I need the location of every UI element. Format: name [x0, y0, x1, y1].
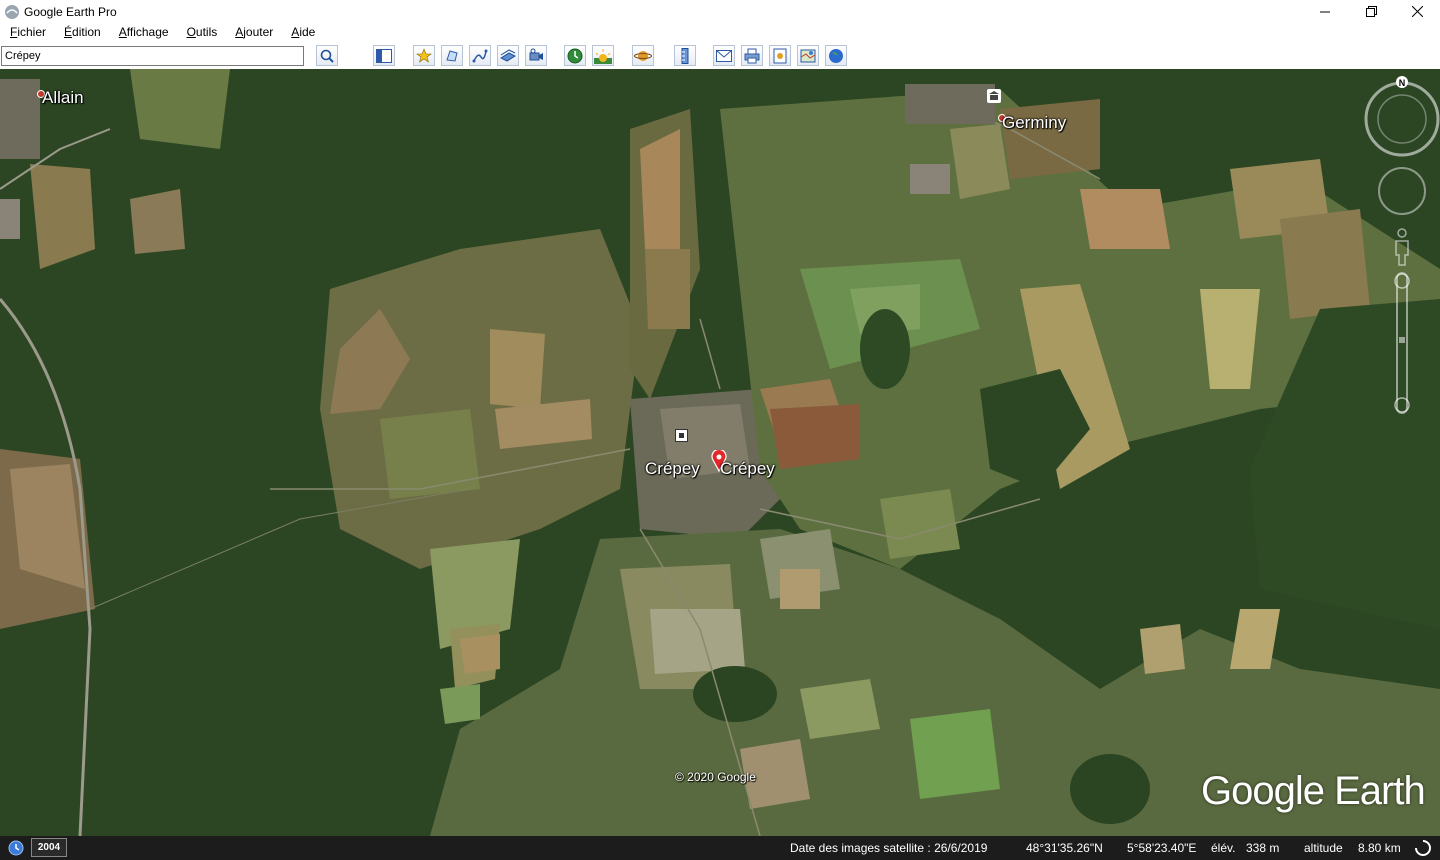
print-icon [744, 48, 760, 63]
add-path-button[interactable] [469, 45, 491, 66]
menu-fichier[interactable]: Fichier [0, 23, 54, 42]
ruler-icon [681, 47, 689, 64]
toolbar [0, 42, 1440, 70]
tour-icon [529, 48, 543, 60]
copyright-text: © 2020 Google [675, 770, 756, 784]
zoom-slider[interactable] [1390, 269, 1414, 419]
minimize-icon [1320, 11, 1330, 12]
altitude-value: 8.80 km [1358, 841, 1401, 855]
image-date: Date des images satellite : 26/6/2019 [790, 841, 988, 855]
place-label-allain[interactable]: Allain [42, 88, 84, 108]
historical-imagery-icon [567, 48, 583, 63]
search-button[interactable] [316, 45, 338, 66]
compass-north-letter: N [1399, 78, 1406, 88]
earth-view-icon [829, 48, 843, 63]
maps-view-button[interactable] [797, 45, 819, 66]
add-polygon-button[interactable] [441, 45, 463, 66]
status-bar: 2004 Date des images satellite : 26/6/20… [0, 836, 1440, 860]
record-tour-button[interactable] [525, 45, 547, 66]
look-joystick-icon[interactable] [1376, 165, 1428, 217]
window-controls [1302, 0, 1440, 23]
planets-icon [634, 50, 652, 61]
ruler-button[interactable] [674, 45, 696, 66]
window-title: Google Earth Pro [24, 4, 117, 19]
menu-affichage[interactable]: Affichage [109, 23, 177, 42]
menu-outils[interactable]: Outils [177, 23, 226, 42]
planets-button[interactable] [632, 45, 654, 66]
historical-imagery-button[interactable] [564, 45, 586, 66]
map-viewport[interactable]: Allain Germiny Crépey Crépey © 2020 Goog… [0, 69, 1440, 836]
add-placemark-button[interactable] [413, 45, 435, 66]
place-label-germiny[interactable]: Germiny [1002, 113, 1066, 133]
email-button[interactable] [713, 45, 735, 66]
restore-icon [1365, 6, 1377, 17]
polygon-icon [446, 49, 458, 62]
placemark-icon [416, 47, 432, 63]
elevation-label: élév. [1211, 841, 1236, 855]
add-overlay-button[interactable] [497, 45, 519, 66]
loading-spinner-icon [1415, 840, 1431, 856]
email-icon [716, 49, 732, 62]
save-image-icon [773, 48, 787, 63]
search-icon [320, 49, 334, 63]
search-input[interactable] [1, 46, 304, 66]
save-image-button[interactable] [769, 45, 791, 66]
minimize-button[interactable] [1302, 0, 1348, 23]
street-view-pegman-icon[interactable] [1392, 227, 1412, 267]
restore-button[interactable] [1348, 0, 1394, 23]
menu-ajouter[interactable]: Ajouter [225, 23, 281, 42]
sidebar-icon [376, 48, 392, 63]
overlay-icon [500, 48, 516, 62]
title-bar: Google Earth Pro [0, 0, 1440, 23]
town-hall-icon[interactable] [675, 429, 688, 442]
latitude-readout: 48°31'35.26"N [1026, 841, 1103, 855]
sidebar-toggle-button[interactable] [373, 45, 395, 66]
historical-clock-icon[interactable] [8, 840, 24, 856]
close-icon [1411, 6, 1423, 17]
sunlight-icon [594, 48, 612, 64]
print-button[interactable] [741, 45, 763, 66]
imagery-year-badge[interactable]: 2004 [31, 838, 67, 857]
earth-view-button[interactable] [825, 45, 847, 66]
menu-aide[interactable]: Aide [281, 23, 323, 42]
path-icon [472, 49, 488, 62]
close-button[interactable] [1394, 0, 1440, 23]
sunlight-button[interactable] [592, 45, 614, 66]
menu-edition[interactable]: Édition [54, 23, 109, 42]
place-label-crepey-search[interactable]: Crépey [720, 459, 775, 479]
longitude-readout: 5°58'23.40"E [1127, 841, 1197, 855]
google-earth-logo: Google Earth [1201, 769, 1426, 813]
compass-icon[interactable]: N [1364, 75, 1440, 159]
menu-bar: Fichier Édition Affichage Outils Ajouter… [0, 23, 1440, 42]
google-earth-icon [5, 4, 19, 19]
maps-view-icon [800, 49, 816, 62]
elevation-value: 338 m [1246, 841, 1280, 855]
museum-icon[interactable] [987, 89, 1001, 103]
place-label-crepey[interactable]: Crépey [645, 459, 700, 479]
altitude-label: altitude [1304, 841, 1343, 855]
navigation-controls: N [1360, 69, 1440, 429]
